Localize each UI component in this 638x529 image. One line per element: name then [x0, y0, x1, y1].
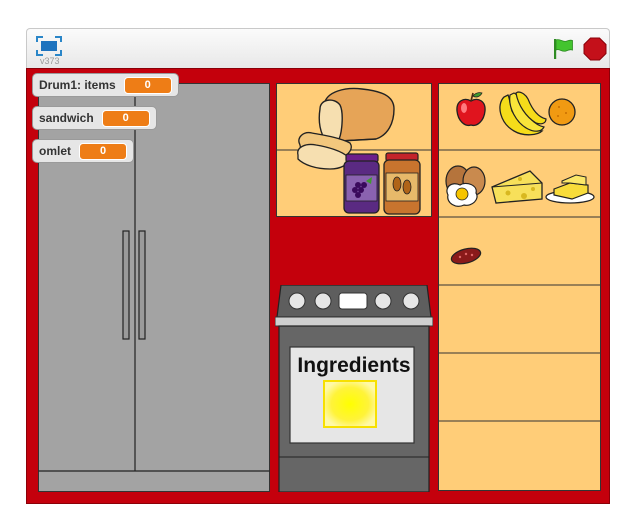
food-shelf — [438, 83, 601, 491]
version-label: v373 — [40, 56, 60, 66]
oven[interactable] — [275, 285, 433, 492]
watcher-label: sandwich — [39, 111, 94, 125]
variable-watcher-sandwich[interactable]: sandwich 0 — [32, 106, 157, 130]
green-flag-icon[interactable] — [551, 37, 575, 61]
watcher-value: 0 — [79, 142, 128, 160]
watcher-label: omlet — [39, 144, 72, 158]
watcher-value: 0 — [123, 76, 172, 94]
player-toolbar: v373 — [26, 28, 610, 68]
stop-sign-icon[interactable] — [583, 37, 607, 61]
oven-display-text: Ingredients — [297, 354, 411, 377]
stage[interactable]: Ingredients Drum1: items 0 sandwich 0 om… — [26, 68, 610, 504]
watcher-label: Drum1: items — [39, 78, 116, 92]
orange[interactable] — [548, 98, 576, 126]
fullscreen-icon[interactable] — [36, 36, 62, 56]
pantry-shelf — [276, 83, 432, 217]
grape-jelly-jar[interactable] — [343, 153, 380, 214]
scratch-player: v373 Ingredients Drum1: items 0 sandwich… — [26, 28, 610, 504]
variable-watcher-drum1-items[interactable]: Drum1: items 0 — [32, 73, 179, 97]
bread-loaf[interactable] — [318, 87, 395, 142]
watcher-value: 0 — [101, 109, 150, 127]
peanut-butter-jar[interactable] — [383, 152, 421, 215]
variable-watcher-omlet[interactable]: omlet 0 — [32, 139, 135, 163]
